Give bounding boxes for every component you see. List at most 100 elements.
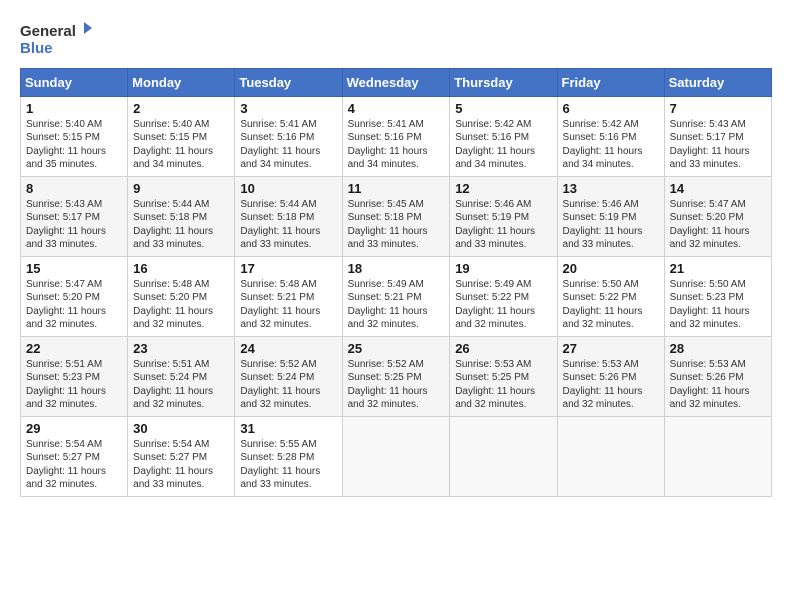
day-info: Sunrise: 5:42 AMSunset: 5:16 PMDaylight:… bbox=[455, 118, 551, 172]
day-info: Sunrise: 5:48 AMSunset: 5:20 PMDaylight:… bbox=[133, 278, 229, 332]
logo-line2: Blue bbox=[20, 40, 94, 57]
day-number: 12 bbox=[455, 181, 551, 196]
day-number: 3 bbox=[240, 101, 336, 116]
header-cell-thursday: Thursday bbox=[450, 68, 557, 96]
day-number: 1 bbox=[26, 101, 122, 116]
calendar-cell: 19 Sunrise: 5:49 AMSunset: 5:22 PMDayligh… bbox=[450, 256, 557, 336]
day-number: 18 bbox=[348, 261, 445, 276]
calendar-cell: 30 Sunrise: 5:54 AMSunset: 5:27 PMDayligh… bbox=[128, 416, 235, 496]
day-number: 15 bbox=[26, 261, 122, 276]
day-number: 21 bbox=[670, 261, 766, 276]
day-info: Sunrise: 5:51 AMSunset: 5:23 PMDaylight:… bbox=[26, 358, 122, 412]
day-number: 8 bbox=[26, 181, 122, 196]
day-info: Sunrise: 5:52 AMSunset: 5:25 PMDaylight:… bbox=[348, 358, 445, 412]
calendar-cell bbox=[557, 416, 664, 496]
day-info: Sunrise: 5:53 AMSunset: 5:26 PMDaylight:… bbox=[670, 358, 766, 412]
calendar-cell: 21Sunrise: 5:50 AMSunset: 5:23 PMDayligh… bbox=[664, 256, 771, 336]
day-number: 30 bbox=[133, 421, 229, 436]
day-info: Sunrise: 5:49 AMSunset: 5:21 PMDaylight:… bbox=[348, 278, 445, 332]
day-info: Sunrise: 5:49 AMSunset: 5:22 PMDaylight:… bbox=[455, 278, 551, 332]
calendar-cell: 28 Sunrise: 5:53 AMSunset: 5:26 PMDayligh… bbox=[664, 336, 771, 416]
calendar-cell: 14 Sunrise: 5:47 AMSunset: 5:20 PMDayligh… bbox=[664, 176, 771, 256]
day-info: Sunrise: 5:40 AMSunset: 5:15 PMDaylight:… bbox=[26, 118, 122, 172]
day-number: 13 bbox=[563, 181, 659, 196]
day-info: Sunrise: 5:46 AMSunset: 5:19 PMDaylight:… bbox=[455, 198, 551, 252]
day-number: 25 bbox=[348, 341, 445, 356]
calendar-cell: 18 Sunrise: 5:49 AMSunset: 5:21 PMDayligh… bbox=[342, 256, 450, 336]
calendar-cell bbox=[342, 416, 450, 496]
calendar-cell: 27 Sunrise: 5:53 AMSunset: 5:26 PMDayligh… bbox=[557, 336, 664, 416]
logo: General Blue bbox=[20, 20, 94, 58]
header: General Blue bbox=[20, 20, 772, 58]
day-info: Sunrise: 5:46 AMSunset: 5:19 PMDaylight:… bbox=[563, 198, 659, 252]
day-number: 10 bbox=[240, 181, 336, 196]
day-number: 5 bbox=[455, 101, 551, 116]
day-info: Sunrise: 5:41 AMSunset: 5:16 PMDaylight:… bbox=[348, 118, 445, 172]
calendar-cell: 16 Sunrise: 5:48 AMSunset: 5:20 PMDayligh… bbox=[128, 256, 235, 336]
day-info: Sunrise: 5:43 AMSunset: 5:17 PMDaylight:… bbox=[670, 118, 766, 172]
day-info: Sunrise: 5:47 AMSunset: 5:20 PMDaylight:… bbox=[26, 278, 122, 332]
calendar-cell: 29 Sunrise: 5:54 AMSunset: 5:27 PMDayligh… bbox=[21, 416, 128, 496]
calendar-cell: 24 Sunrise: 5:52 AMSunset: 5:24 PMDayligh… bbox=[235, 336, 342, 416]
day-info: Sunrise: 5:44 AMSunset: 5:18 PMDaylight:… bbox=[240, 198, 336, 252]
day-info: Sunrise: 5:44 AMSunset: 5:18 PMDaylight:… bbox=[133, 198, 229, 252]
calendar-cell: 11 Sunrise: 5:45 AMSunset: 5:18 PMDayligh… bbox=[342, 176, 450, 256]
calendar-cell: 5 Sunrise: 5:42 AMSunset: 5:16 PMDaylight… bbox=[450, 96, 557, 176]
calendar-table: SundayMondayTuesdayWednesdayThursdayFrid… bbox=[20, 68, 772, 497]
logo-line1: General bbox=[20, 20, 94, 40]
day-info: Sunrise: 5:55 AMSunset: 5:28 PMDaylight:… bbox=[240, 438, 336, 492]
day-number: 28 bbox=[670, 341, 766, 356]
day-info: Sunrise: 5:51 AMSunset: 5:24 PMDaylight:… bbox=[133, 358, 229, 412]
day-number: 14 bbox=[670, 181, 766, 196]
calendar-cell: 31Sunrise: 5:55 AMSunset: 5:28 PMDayligh… bbox=[235, 416, 342, 496]
day-number: 24 bbox=[240, 341, 336, 356]
day-number: 6 bbox=[563, 101, 659, 116]
day-info: Sunrise: 5:48 AMSunset: 5:21 PMDaylight:… bbox=[240, 278, 336, 332]
day-info: Sunrise: 5:50 AMSunset: 5:22 PMDaylight:… bbox=[563, 278, 659, 332]
day-number: 7 bbox=[670, 101, 766, 116]
calendar-cell: 20Sunrise: 5:50 AMSunset: 5:22 PMDayligh… bbox=[557, 256, 664, 336]
calendar-cell: 10 Sunrise: 5:44 AMSunset: 5:18 PMDayligh… bbox=[235, 176, 342, 256]
day-info: Sunrise: 5:43 AMSunset: 5:17 PMDaylight:… bbox=[26, 198, 122, 252]
header-row: SundayMondayTuesdayWednesdayThursdayFrid… bbox=[21, 68, 772, 96]
calendar-cell: 9 Sunrise: 5:44 AMSunset: 5:18 PMDaylight… bbox=[128, 176, 235, 256]
header-cell-monday: Monday bbox=[128, 68, 235, 96]
day-info: Sunrise: 5:54 AMSunset: 5:27 PMDaylight:… bbox=[133, 438, 229, 492]
day-info: Sunrise: 5:54 AMSunset: 5:27 PMDaylight:… bbox=[26, 438, 122, 492]
day-info: Sunrise: 5:42 AMSunset: 5:16 PMDaylight:… bbox=[563, 118, 659, 172]
calendar-cell: 12 Sunrise: 5:46 AMSunset: 5:19 PMDayligh… bbox=[450, 176, 557, 256]
day-info: Sunrise: 5:41 AMSunset: 5:16 PMDaylight:… bbox=[240, 118, 336, 172]
day-number: 23 bbox=[133, 341, 229, 356]
day-number: 19 bbox=[455, 261, 551, 276]
calendar-cell: 2Sunrise: 5:40 AMSunset: 5:15 PMDaylight… bbox=[128, 96, 235, 176]
day-info: Sunrise: 5:53 AMSunset: 5:26 PMDaylight:… bbox=[563, 358, 659, 412]
calendar-cell: 7 Sunrise: 5:43 AMSunset: 5:17 PMDaylight… bbox=[664, 96, 771, 176]
header-cell-saturday: Saturday bbox=[664, 68, 771, 96]
day-info: Sunrise: 5:52 AMSunset: 5:24 PMDaylight:… bbox=[240, 358, 336, 412]
calendar-cell: 1 Sunrise: 5:40 AMSunset: 5:15 PMDaylight… bbox=[21, 96, 128, 176]
day-number: 11 bbox=[348, 181, 445, 196]
header-cell-tuesday: Tuesday bbox=[235, 68, 342, 96]
day-number: 27 bbox=[563, 341, 659, 356]
logo-text-block: General Blue bbox=[20, 20, 94, 58]
day-number: 4 bbox=[348, 101, 445, 116]
calendar-cell: 15 Sunrise: 5:47 AMSunset: 5:20 PMDayligh… bbox=[21, 256, 128, 336]
calendar-cell: 4 Sunrise: 5:41 AMSunset: 5:16 PMDaylight… bbox=[342, 96, 450, 176]
day-info: Sunrise: 5:40 AMSunset: 5:15 PMDaylight:… bbox=[133, 118, 229, 172]
day-number: 26 bbox=[455, 341, 551, 356]
calendar-cell: 25 Sunrise: 5:52 AMSunset: 5:25 PMDayligh… bbox=[342, 336, 450, 416]
day-info: Sunrise: 5:47 AMSunset: 5:20 PMDaylight:… bbox=[670, 198, 766, 252]
calendar-cell: 3 Sunrise: 5:41 AMSunset: 5:16 PMDaylight… bbox=[235, 96, 342, 176]
day-number: 17 bbox=[240, 261, 336, 276]
calendar-cell: 26Sunrise: 5:53 AMSunset: 5:25 PMDayligh… bbox=[450, 336, 557, 416]
day-number: 9 bbox=[133, 181, 229, 196]
calendar-cell: 22Sunrise: 5:51 AMSunset: 5:23 PMDayligh… bbox=[21, 336, 128, 416]
header-cell-friday: Friday bbox=[557, 68, 664, 96]
day-number: 29 bbox=[26, 421, 122, 436]
logo-arrow-icon bbox=[78, 20, 94, 36]
calendar-cell: 6 Sunrise: 5:42 AMSunset: 5:16 PMDaylight… bbox=[557, 96, 664, 176]
header-cell-wednesday: Wednesday bbox=[342, 68, 450, 96]
day-info: Sunrise: 5:45 AMSunset: 5:18 PMDaylight:… bbox=[348, 198, 445, 252]
calendar-cell: 13 Sunrise: 5:46 AMSunset: 5:19 PMDayligh… bbox=[557, 176, 664, 256]
day-number: 16 bbox=[133, 261, 229, 276]
